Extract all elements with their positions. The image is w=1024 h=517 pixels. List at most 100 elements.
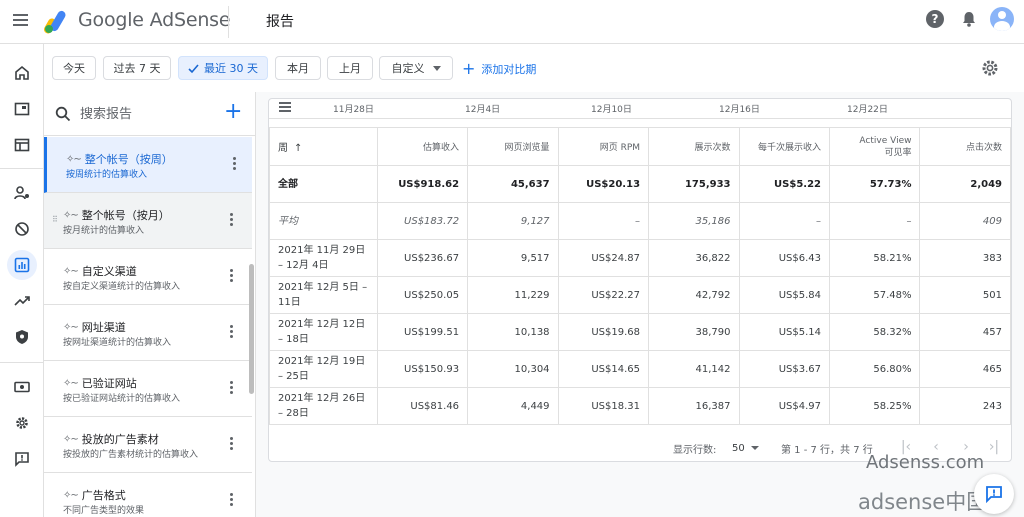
reports-icon[interactable] [7,250,37,280]
report-item-account-weekly[interactable]: ✧∼ 整个帐号（按周） 按周统计的估算收入 [44,137,252,193]
chip-last-30-days[interactable]: 最近 30 天 [178,56,268,80]
avatar[interactable] [990,7,1014,31]
more-vert-icon[interactable] [230,213,234,229]
report-item-label: 整个帐号（按周） [84,153,173,166]
feedback-nav-icon[interactable] [7,444,37,474]
column-header-impression-rpm[interactable]: 每千次展示收入 [738,127,831,166]
report-item-subtitle: 按月统计的估算收入 [63,226,145,236]
policy-center-icon[interactable] [7,322,37,352]
report-item-custom-channels[interactable]: ✧∼ 自定义渠道 按自定义渠道统计的估算收入 [44,249,252,305]
report-item-ad-formats[interactable]: ✧∼ 广告格式 不同广告类型的效果 [44,473,252,517]
page-title: 报告 [266,14,294,30]
privacy-messaging-icon[interactable] [7,178,37,208]
sparkle-icon: ✧∼ [63,321,79,333]
add-report-icon[interactable]: + [224,101,242,123]
chip-today[interactable]: 今天 [52,56,96,80]
report-item-subtitle: 按网址渠道统计的估算收入 [63,338,172,348]
ads-icon[interactable] [7,94,37,124]
table-cell: 58.21% [828,239,921,277]
more-vert-icon[interactable] [230,325,234,341]
report-item-subtitle: 按已验证网站统计的估算收入 [63,394,181,404]
chip-last-month[interactable]: 上月 [327,56,373,80]
gear-icon[interactable] [980,58,1000,78]
top-app-bar: Google AdSense 报告 ? [0,0,1024,44]
custom-range-dropdown[interactable]: 自定义 [379,56,453,80]
report-item-title: ✧∼ 自定义渠道 [63,263,137,279]
rail-divider [0,168,44,169]
column-header-impressions[interactable]: 展示次数 [648,127,740,166]
sparkle-icon: ✧∼ [63,489,79,501]
notifications-icon[interactable] [960,10,978,28]
more-vert-icon[interactable] [230,269,234,285]
table-cell: US$20.13 [557,165,650,203]
column-header-page-views[interactable]: 网页浏览量 [467,127,559,166]
settings-nav-icon[interactable] [7,408,37,438]
chip-last-7-days[interactable]: 过去 7 天 [103,56,171,80]
payments-icon[interactable] [7,372,37,402]
table-cell: US$5.84 [738,276,831,314]
optimization-icon[interactable] [7,286,37,316]
help-icon[interactable]: ? [926,10,944,28]
chart-toggle-icon[interactable] [279,102,291,112]
table-cell: 465 [919,350,1011,388]
column-header-page-rpm[interactable]: 网页 RPM [557,127,650,166]
last-page-icon[interactable]: ›| [985,438,1003,456]
chip-this-month[interactable]: 本月 [275,56,321,80]
pagination-range: 第 1 - 7 行，共 7 行 [781,445,873,456]
feedback-button[interactable] [974,474,1014,514]
report-item-verified-sites[interactable]: ✧∼ 已验证网站 按已验证网站统计的估算收入 [44,361,252,417]
more-vert-icon[interactable] [233,157,237,173]
header-divider [228,6,229,38]
sparkle-icon: ✧∼ [63,265,79,277]
add-comparison-button[interactable]: + 添加对比期 [462,61,536,77]
report-item-title: ✧∼ 整个帐号（按周） [66,151,173,167]
table-cell: 57.48% [828,276,921,314]
table-cell: US$183.72 [376,202,469,240]
table-cell: 38,790 [648,313,740,351]
report-item-title: ✧∼ 广告格式 [63,487,126,503]
date-filter-bar: 今天 过去 7 天 最近 30 天 本月 上月 自定义 + 添加对比期 [44,44,1024,92]
table-cell: 57.73% [828,165,921,203]
rows-per-page-label: 显示行数: [673,445,717,456]
column-header-active-view[interactable]: Active View 可见率 [828,127,921,166]
report-item-ad-creatives[interactable]: ✧∼ 投放的广告素材 按投放的广告素材统计的估算收入 [44,417,252,473]
brand-name: Google AdSense [78,9,231,31]
table-row-average: 平均 US$183.72 9,127 – 35,186 – – 409 [269,202,1011,240]
report-item-url-channels[interactable]: ✧∼ 网址渠道 按网址渠道统计的估算收入 [44,305,252,361]
rows-per-page-select[interactable]: 50 [732,439,768,457]
table-row: 2021年 12月 12日 – 18日 US$199.51 10,138 US$… [269,313,1011,351]
report-item-label: 已验证网站 [81,377,137,390]
table-cell: – [828,202,921,240]
column-header-earnings[interactable]: 估算收入 [376,127,469,166]
report-item-label: 网址渠道 [81,321,126,334]
more-vert-icon[interactable] [230,381,234,397]
more-vert-icon[interactable] [230,437,234,453]
report-search-input[interactable] [80,103,210,125]
table-cell: 56.80% [828,350,921,388]
drag-handle-icon[interactable]: ⠿ [52,215,58,224]
table-cell: 2,049 [919,165,1011,203]
table-cell: 9,127 [467,202,559,240]
table-cell: 10,304 [467,350,559,388]
table-cell: 58.32% [828,313,921,351]
table-cell: US$236.67 [376,239,469,277]
more-vert-icon[interactable] [230,493,234,509]
table-cell: US$4.97 [738,387,831,425]
menu-icon[interactable] [10,11,32,33]
block-controls-icon[interactable] [7,214,37,244]
panel-scrollbar[interactable] [249,264,254,394]
table-header-row: 周 ↑ 估算收入 网页浏览量 网页 RPM 展示次数 每千次展示收入 Active… [269,127,1011,166]
chip-label: 上月 [339,62,361,75]
table-cell: 409 [919,202,1011,240]
home-icon[interactable] [7,58,37,88]
watermark-text: Adsenss.com [866,452,985,473]
table-row-total: 全部 US$918.62 45,637 US$20.13 175,933 US$… [269,165,1011,203]
table-cell: 42,792 [648,276,740,314]
column-header-week[interactable]: 周 ↑ [269,127,378,166]
table-cell: 10,138 [467,313,559,351]
sites-icon[interactable] [7,130,37,160]
table-cell: US$3.67 [738,350,831,388]
column-header-clicks[interactable]: 点击次数 [919,127,1011,166]
timeline-label: 12月22日 [847,105,888,115]
report-item-account-monthly[interactable]: ⠿ ✧∼ 整个帐号（按月） 按月统计的估算收入 [44,193,252,249]
